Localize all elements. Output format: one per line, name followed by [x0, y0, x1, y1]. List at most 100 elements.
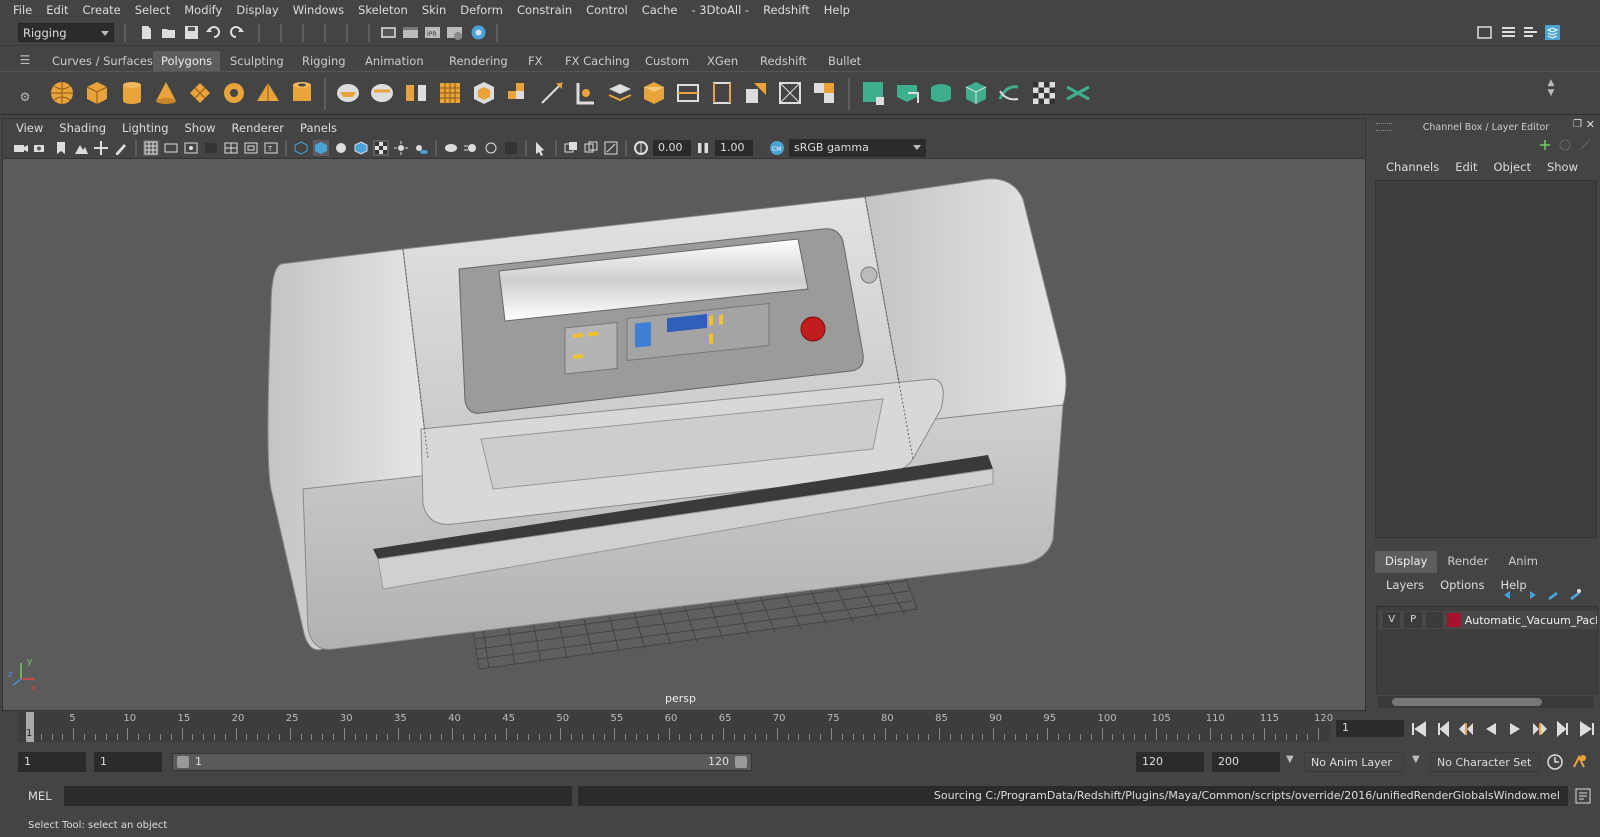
- channel-box-menu-object[interactable]: Object: [1486, 160, 1539, 174]
- layer-visibility-toggle[interactable]: V: [1383, 612, 1401, 628]
- step-back-key-icon[interactable]: [1458, 720, 1476, 738]
- channel-box-menu-edit[interactable]: Edit: [1447, 160, 1485, 174]
- shelf-settings-icon[interactable]: ⚙: [18, 90, 32, 104]
- xray-joints-icon[interactable]: [603, 140, 619, 156]
- shelf-tab-polygons[interactable]: Polygons: [153, 51, 221, 71]
- step-forward-key-icon[interactable]: [1530, 720, 1548, 738]
- gamma-field[interactable]: 1.00: [715, 140, 753, 156]
- target-weld-icon[interactable]: [572, 79, 600, 107]
- poly-sphere-icon[interactable]: [48, 79, 76, 107]
- camera-attributes-icon[interactable]: [33, 140, 49, 156]
- wireframe-icon[interactable]: [293, 140, 309, 156]
- channel-box-toggle-icon[interactable]: [1544, 24, 1561, 41]
- layer-row[interactable]: V P Automatic_Vacuum_Pack: [1379, 611, 1597, 629]
- shelf-scroll-arrows[interactable]: ▲ ▼: [1545, 78, 1557, 110]
- menu-windows[interactable]: Windows: [286, 3, 351, 17]
- manipulator-icon[interactable]: [1538, 138, 1552, 152]
- shelf-tab-curves-surfaces[interactable]: Curves / Surfaces: [44, 51, 161, 71]
- animation-preferences-icon[interactable]: [1570, 753, 1588, 771]
- multi-cut-icon[interactable]: [538, 79, 566, 107]
- layer-menu-layers[interactable]: Layers: [1378, 578, 1432, 592]
- poly-pyramid-icon[interactable]: [254, 79, 282, 107]
- viewport-menu-show[interactable]: Show: [177, 121, 224, 135]
- go-to-start-icon[interactable]: [1410, 720, 1428, 738]
- xray-icon[interactable]: [563, 140, 579, 156]
- new-layer-selected-icon[interactable]: [1568, 588, 1582, 602]
- range-start-handle[interactable]: [177, 756, 189, 768]
- command-input[interactable]: [64, 786, 572, 806]
- wireframe-on-shaded-icon[interactable]: [353, 140, 369, 156]
- mirror-icon[interactable]: [402, 79, 430, 107]
- modeling-toolkit-icon[interactable]: [1476, 24, 1493, 41]
- menu-skeleton[interactable]: Skeleton: [351, 3, 415, 17]
- channel-box-menu-channels[interactable]: Channels: [1378, 160, 1447, 174]
- menu-help[interactable]: Help: [817, 3, 857, 17]
- menu-skin[interactable]: Skin: [415, 3, 453, 17]
- cylindrical-map-icon[interactable]: [928, 79, 956, 107]
- bridge-icon[interactable]: [640, 79, 668, 107]
- poke-icon[interactable]: [742, 79, 770, 107]
- menu-constrain[interactable]: Constrain: [510, 3, 579, 17]
- viewport-menu-lighting[interactable]: Lighting: [114, 121, 176, 135]
- chevron-down-icon[interactable]: ▼: [1412, 754, 1420, 765]
- uv-editor-icon[interactable]: [860, 79, 888, 107]
- gamma-icon[interactable]: [695, 140, 711, 156]
- menu-3dtoall[interactable]: - 3DtoAll -: [684, 3, 756, 17]
- animation-end-field[interactable]: 200: [1212, 752, 1280, 772]
- menu-edit[interactable]: Edit: [39, 3, 75, 17]
- shelf-menu-icon[interactable]: ☰: [18, 53, 32, 67]
- range-end-handle[interactable]: [735, 756, 747, 768]
- shelf-tab-xgen[interactable]: XGen: [699, 51, 746, 71]
- chevron-down-icon[interactable]: ▼: [1286, 754, 1294, 765]
- depth-of-field-icon[interactable]: [503, 140, 519, 156]
- view-transform-dropdown[interactable]: sRGB gamma: [789, 139, 926, 157]
- poly-cube-icon[interactable]: [83, 79, 111, 107]
- layer-tab-display[interactable]: Display: [1375, 551, 1438, 573]
- range-slider[interactable]: 1 120: [172, 753, 752, 771]
- step-forward-frame-icon[interactable]: [1554, 720, 1572, 738]
- go-to-end-icon[interactable]: [1578, 720, 1596, 738]
- shelf-tab-redshift[interactable]: Redshift: [752, 51, 815, 71]
- menu-select[interactable]: Select: [128, 3, 177, 17]
- render-settings-icon[interactable]: [446, 24, 463, 41]
- playback-end-field[interactable]: 120: [1136, 752, 1204, 772]
- cut-uv-icon[interactable]: [1064, 79, 1092, 107]
- isolate-select-icon[interactable]: [533, 140, 549, 156]
- viewport-menu-view[interactable]: View: [8, 121, 51, 135]
- extrude-icon[interactable]: [504, 79, 532, 107]
- layer-tab-anim[interactable]: Anim: [1498, 551, 1548, 573]
- speed-icon[interactable]: [1558, 138, 1572, 152]
- layer-tab-render[interactable]: Render: [1437, 551, 1498, 573]
- move-layer-up-icon[interactable]: [1502, 588, 1516, 602]
- close-icon[interactable]: ✕: [1586, 118, 1595, 131]
- new-layer-icon[interactable]: [1546, 588, 1560, 602]
- play-forwards-icon[interactable]: [1506, 720, 1524, 738]
- shelf-tab-sculpting[interactable]: Sculpting: [222, 51, 292, 71]
- poly-cone-icon[interactable]: [152, 79, 180, 107]
- playback-start-field[interactable]: 1: [94, 752, 162, 772]
- menu-control[interactable]: Control: [579, 3, 635, 17]
- redo-icon[interactable]: [228, 24, 245, 41]
- menu-cache[interactable]: Cache: [635, 3, 685, 17]
- attribute-editor-icon[interactable]: [1500, 24, 1517, 41]
- 3d-viewport[interactable]: y z x persp: [3, 159, 1365, 710]
- duplicate-face-icon[interactable]: [810, 79, 838, 107]
- hypershade-icon[interactable]: [470, 24, 487, 41]
- channel-box-menu-show[interactable]: Show: [1539, 160, 1586, 174]
- planar-map-icon[interactable]: [894, 79, 922, 107]
- poly-torus-icon[interactable]: [220, 79, 248, 107]
- scrollbar-thumb[interactable]: [1392, 698, 1542, 706]
- move-layer-down-icon[interactable]: [1524, 588, 1538, 602]
- shelf-tab-bullet[interactable]: Bullet: [820, 51, 869, 71]
- ipr-render-icon[interactable]: IPR: [424, 24, 441, 41]
- append-polygon-icon[interactable]: [708, 79, 736, 107]
- shelf-tab-fx[interactable]: FX: [520, 51, 551, 71]
- shelf-tab-animation[interactable]: Animation: [357, 51, 432, 71]
- bevel-icon[interactable]: [470, 79, 498, 107]
- resolution-gate-icon[interactable]: [183, 140, 199, 156]
- anti-aliasing-icon[interactable]: [483, 140, 499, 156]
- menu-file[interactable]: File: [6, 3, 39, 17]
- step-back-frame-icon[interactable]: [1434, 720, 1452, 738]
- screen-space-ao-icon[interactable]: [443, 140, 459, 156]
- safe-action-icon[interactable]: [243, 140, 259, 156]
